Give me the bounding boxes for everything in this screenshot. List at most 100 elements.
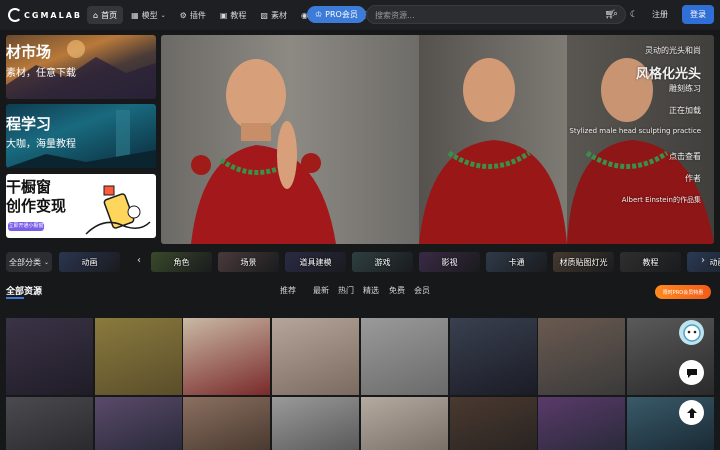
category-chip-label: 动画 (709, 257, 720, 267)
category-chip[interactable]: 卡通 (486, 252, 547, 272)
nav-item-4[interactable]: ▨ 素材 (254, 6, 293, 24)
category-row: 全部分类 ⌄ 动画 角色 场景 道具建模 游戏 影视 卡通 材质贴图灯光 教程 动画 ‹ › (0, 251, 720, 273)
resource-thumbnail[interactable] (94, 318, 182, 395)
mascot-face-icon (682, 323, 701, 342)
hero-carousel[interactable]: 灵动的光头和尚 风格化光头 雕刻练习 正在加载 Stylized male head s… (161, 35, 714, 244)
home-icon: ⌂ (93, 10, 99, 20)
category-chip[interactable]: 教程 (620, 252, 681, 272)
active-tab-indicator (6, 297, 24, 299)
nav-item-label: 素材 (270, 10, 287, 20)
nav-item-label: 插件 (189, 10, 206, 20)
resource-thumbnail[interactable] (449, 318, 537, 395)
category-chip-label: 卡通 (508, 257, 525, 267)
category-chip-label: 游戏 (374, 257, 391, 267)
logo-text: CGMALAB (24, 10, 82, 20)
nav-item-3[interactable]: ▣ 教程 (214, 6, 253, 24)
chevron-right-icon[interactable]: › (701, 255, 705, 266)
resource-thumbnail[interactable] (272, 397, 360, 450)
shop-illustration-icon (85, 185, 151, 235)
nav-item-1[interactable]: ▦ 模型 ⌄ (125, 6, 172, 24)
cart-icon[interactable]: 🛒︎ (604, 10, 615, 20)
resource-thumbnail[interactable] (6, 397, 93, 450)
category-chip-label: 影视 (441, 257, 458, 267)
category-chip-label: 道具建模 (299, 257, 332, 267)
category-chip-label: 材质贴图灯光 (559, 257, 608, 267)
category-chip[interactable]: 影视 (419, 252, 480, 272)
resource-thumbnail[interactable] (360, 318, 448, 395)
category-chip-label: 动画 (81, 257, 98, 267)
chat-icon (686, 368, 697, 378)
hero-caption-line: Stylized male head sculpting practice (569, 127, 701, 135)
image-icon: ▨ (260, 10, 268, 20)
resource-thumbnail[interactable] (183, 397, 271, 450)
nav-item-label: 教程 (230, 10, 247, 20)
category-chip[interactable]: 材质贴图灯光 (553, 252, 614, 272)
resource-thumbnail[interactable] (538, 318, 626, 395)
site-logo[interactable]: CGMALAB (8, 7, 82, 23)
showcase-banner[interactable]: 干橱窗 创作变现 立即开通小橱窗 (6, 174, 156, 238)
nav-item-label: 模型 (141, 10, 158, 20)
category-chip-label: 角色 (173, 257, 190, 267)
chevron-down-icon: ⌄ (43, 258, 50, 266)
resource-grid (6, 318, 714, 450)
category-chip[interactable]: 场景 (218, 252, 279, 272)
all-categories-dropdown[interactable]: 全部分类 ⌄ (6, 252, 52, 272)
pro-membership-button[interactable]: ♔ PRO会员 (307, 6, 366, 23)
nav-item-0[interactable]: ⌂ 首页 (87, 6, 124, 24)
monk-sculpt-illustration (191, 59, 336, 244)
promo-badge[interactable]: 限时PRO会员特惠 (655, 285, 711, 299)
tab-item[interactable]: 免费 (389, 285, 405, 296)
mascot-icon[interactable] (679, 320, 704, 345)
tab-item[interactable]: 精选 (363, 285, 379, 296)
logo-mark-icon (8, 8, 22, 22)
tutorial-banner[interactable]: 程学习 大咖，海量教程 (6, 104, 156, 168)
tutorial-banner-subtitle: 大咖，海量教程 (6, 139, 76, 150)
resource-thumbnail[interactable] (6, 318, 93, 395)
monk-sculpt-side-illustration (419, 58, 567, 244)
category-chip[interactable]: 游戏 (352, 252, 413, 272)
category-chip[interactable]: 动画 (59, 252, 120, 272)
category-chip[interactable]: 角色 (151, 252, 212, 272)
arrow-up-icon (686, 407, 697, 418)
tab-all-resources[interactable]: 全部资源 (6, 284, 42, 297)
resource-thumbnail[interactable] (449, 397, 537, 450)
tab-item[interactable]: 推荐 (280, 285, 296, 296)
pro-button-label: PRO会员 (325, 10, 358, 19)
video-icon: ▣ (219, 10, 228, 20)
all-categories-label: 全部分类 (8, 257, 41, 267)
resource-thumbnail[interactable] (183, 318, 271, 395)
back-to-top-button[interactable] (679, 400, 704, 425)
login-button[interactable]: 登录 (682, 5, 714, 24)
tab-item[interactable]: 会员 (414, 285, 430, 296)
search-box[interactable]: ⌕ (366, 5, 626, 24)
category-chip-label: 场景 (240, 257, 257, 267)
top-navigation-bar: CGMALAB ⌂首页▦模型⌄⚙插件▣教程▨素材◉摄影CG资讯 ♔ PRO会员 … (0, 0, 720, 30)
search-input[interactable] (375, 9, 605, 21)
resource-thumbnail[interactable] (538, 397, 626, 450)
user-actions: 🛒︎ ☾ 注册 登录 (604, 5, 714, 24)
chat-button[interactable] (679, 360, 704, 385)
market-banner-subtitle: 素材，任意下载 (6, 68, 76, 79)
resource-thumbnail[interactable] (272, 318, 360, 395)
hero-caption-line: 正在加载 (669, 106, 701, 115)
plugin-icon: ⚙ (179, 10, 187, 20)
tutorial-banner-title: 程学习 (6, 115, 52, 133)
banner-underwater-art (6, 110, 156, 168)
tab-item[interactable]: 最新 (313, 285, 329, 296)
resource-thumbnail[interactable] (360, 397, 448, 450)
crown-icon: ♔ (315, 10, 323, 19)
tab-item[interactable]: 热门 (338, 285, 354, 296)
hero-caption-line: 雕刻练习 (669, 84, 701, 93)
register-link[interactable]: 注册 (652, 9, 668, 20)
chevron-left-icon[interactable]: ‹ (137, 255, 141, 266)
moon-icon[interactable]: ☾ (630, 10, 638, 20)
showcase-banner-title: 干橱窗 创作变现 (6, 178, 67, 215)
showcase-banner-tag[interactable]: 立即开通小橱窗 (8, 222, 44, 231)
chevron-down-icon: ⌄ (160, 11, 166, 19)
hero-caption-line: 灵动的光头和尚 (645, 46, 701, 55)
resource-thumbnail[interactable] (94, 397, 182, 450)
hero-image-side (419, 35, 567, 244)
category-chip[interactable]: 道具建模 (285, 252, 346, 272)
market-banner[interactable]: 材市场 素材，任意下载 (6, 35, 156, 99)
nav-item-2[interactable]: ⚙ 插件 (174, 6, 212, 24)
